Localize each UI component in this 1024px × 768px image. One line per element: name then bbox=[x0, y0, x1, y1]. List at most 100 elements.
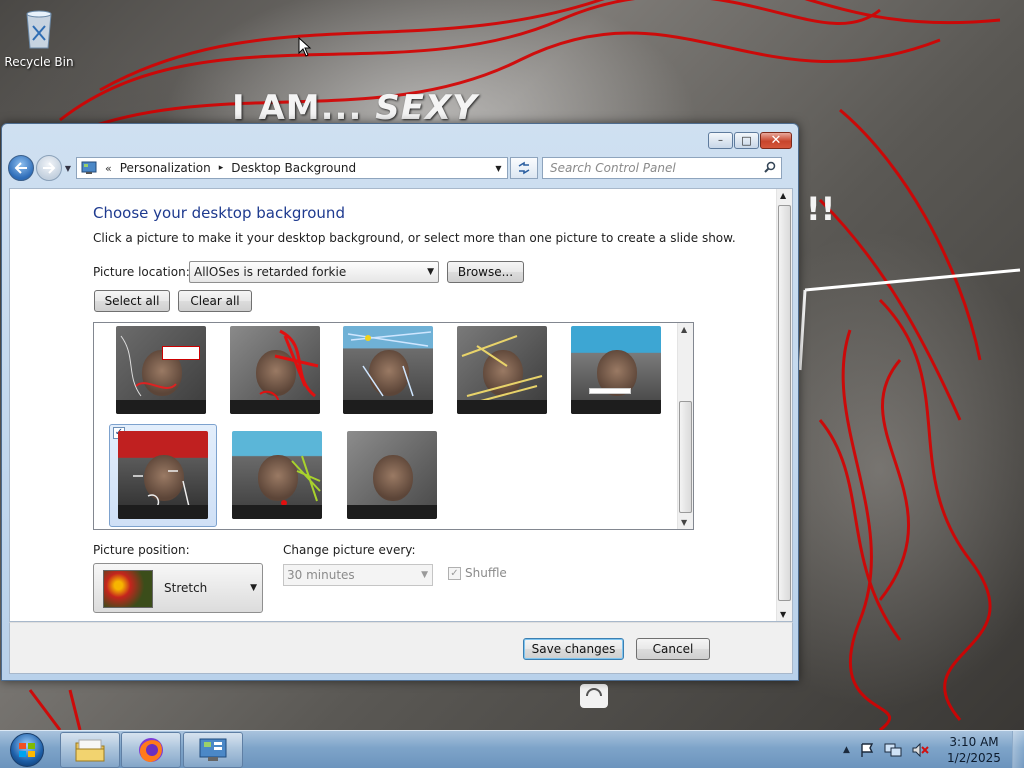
thumbnail-shirt bbox=[347, 505, 437, 519]
wallpaper-thumbnail-5[interactable] bbox=[571, 326, 661, 414]
picture-position-value: Stretch bbox=[164, 581, 208, 595]
back-button[interactable] bbox=[8, 155, 34, 181]
picture-gallery[interactable]: ✓ ▲ ▼ bbox=[93, 322, 694, 530]
wallpaper-thumbnail-3[interactable] bbox=[343, 326, 433, 414]
recycle-bin-glyph-icon bbox=[26, 10, 52, 49]
save-changes-button[interactable]: Save changes bbox=[523, 638, 624, 660]
wallpaper-thumbnail-8[interactable] bbox=[347, 431, 437, 519]
recycle-bin-icon[interactable]: Recycle Bin bbox=[4, 6, 74, 69]
breadcrumb-overflow[interactable]: « bbox=[105, 162, 112, 175]
floating-app-icon bbox=[580, 684, 608, 708]
picture-position-select[interactable]: Stretch ▼ bbox=[93, 563, 263, 613]
wallpaper-thumbnail-1[interactable] bbox=[116, 326, 206, 414]
start-button[interactable] bbox=[4, 731, 50, 768]
scroll-down-icon[interactable]: ▼ bbox=[780, 610, 786, 619]
taskbar-clock[interactable]: 3:10 AM 1/2/2025 bbox=[944, 734, 1004, 766]
content-scroll-thumb[interactable] bbox=[778, 205, 791, 601]
page-description: Click a picture to make it your desktop … bbox=[93, 231, 736, 245]
clear-all-label: Clear all bbox=[190, 294, 240, 308]
picture-location-label: Picture location: bbox=[93, 265, 190, 279]
clear-all-button[interactable]: Clear all bbox=[178, 290, 252, 312]
control-panel-taskbar-button[interactable] bbox=[183, 732, 243, 768]
scroll-down-icon[interactable]: ▼ bbox=[681, 518, 687, 527]
explorer-taskbar-button[interactable] bbox=[60, 732, 120, 768]
volume-muted-icon[interactable] bbox=[911, 742, 929, 758]
show-hidden-icons-icon[interactable]: ▲ bbox=[843, 745, 850, 755]
thumbnail-shirt bbox=[116, 400, 206, 414]
search-placeholder: Search Control Panel bbox=[550, 161, 676, 175]
control-panel-icon bbox=[81, 161, 97, 174]
wallpaper-exclamation: !! bbox=[806, 190, 836, 228]
minimize-icon: – bbox=[718, 134, 723, 146]
select-all-button[interactable]: Select all bbox=[94, 290, 170, 312]
dialog-footer: Save changes Cancel bbox=[9, 622, 793, 674]
breadcrumb-personalization[interactable]: Personalization bbox=[120, 161, 211, 175]
chevron-down-icon: ▼ bbox=[250, 583, 257, 593]
thumbnail-shirt bbox=[457, 400, 547, 414]
thumbnail-note bbox=[589, 388, 631, 394]
action-center-flag-icon[interactable] bbox=[859, 742, 875, 758]
mouse-cursor-icon bbox=[298, 37, 312, 57]
chevron-down-icon: ▼ bbox=[421, 570, 428, 580]
shuffle-checkbox[interactable]: ✓ Shuffle bbox=[448, 566, 507, 580]
forward-button[interactable] bbox=[36, 155, 62, 181]
wallpaper-thumbnail-2[interactable] bbox=[230, 326, 320, 414]
clock-time: 3:10 AM bbox=[949, 735, 999, 749]
navigation-bar: ▼ « Personalization ▸ Desktop Background… bbox=[8, 154, 794, 182]
save-changes-label: Save changes bbox=[531, 642, 616, 656]
thumbnail-shirt bbox=[571, 400, 661, 414]
clock-date: 1/2/2025 bbox=[947, 751, 1001, 765]
wallpaper-thumbnail-4[interactable] bbox=[457, 326, 547, 414]
browse-label: Browse... bbox=[457, 265, 514, 279]
forward-arrow-icon bbox=[43, 162, 56, 174]
search-icon[interactable] bbox=[764, 161, 776, 176]
select-all-label: Select all bbox=[104, 294, 160, 308]
change-interval-value: 30 minutes bbox=[287, 568, 355, 582]
thumbnail-face bbox=[373, 455, 413, 501]
maximize-icon: □ bbox=[741, 134, 752, 147]
firefox-taskbar-button[interactable] bbox=[121, 732, 181, 768]
thumbnail-shirt bbox=[343, 400, 433, 414]
wallpaper-thumbnail-6[interactable] bbox=[118, 431, 208, 519]
recycle-bin-label: Recycle Bin bbox=[4, 55, 74, 69]
address-dropdown-icon[interactable]: ▼ bbox=[489, 164, 507, 173]
wallpaper-text-1: I AM... bbox=[232, 88, 363, 128]
picture-location-value: AllOSes is retarded forkie bbox=[194, 265, 347, 279]
refresh-button[interactable] bbox=[510, 157, 538, 179]
gallery-scrollbar[interactable]: ▲ ▼ bbox=[677, 323, 693, 529]
folder-icon bbox=[75, 739, 105, 762]
refresh-icon bbox=[518, 161, 530, 175]
wallpaper-caption: I AM... SEXY bbox=[232, 88, 478, 128]
scroll-up-icon[interactable]: ▲ bbox=[780, 191, 786, 200]
show-desktop-button[interactable] bbox=[1012, 731, 1024, 768]
caption-buttons: – □ ✕ bbox=[708, 132, 792, 149]
picture-location-select[interactable]: AllOSes is retarded forkie ▼ bbox=[189, 261, 439, 283]
close-button[interactable]: ✕ bbox=[760, 132, 792, 149]
breadcrumb-desktop-background[interactable]: Desktop Background bbox=[231, 161, 356, 175]
control-panel-window: – □ ✕ ▼ « Personalization ▸ Desktop Back… bbox=[1, 123, 799, 681]
maximize-button[interactable]: □ bbox=[734, 132, 759, 149]
network-icon[interactable] bbox=[884, 742, 902, 758]
change-interval-select[interactable]: 30 minutes ▼ bbox=[283, 564, 433, 586]
content-pane: Choose your desktop background Click a p… bbox=[9, 188, 793, 622]
breadcrumb-separator[interactable]: ▸ bbox=[219, 163, 224, 173]
wallpaper-text-2: SEXY bbox=[375, 88, 478, 128]
close-icon: ✕ bbox=[770, 133, 782, 148]
control-panel-icon bbox=[199, 738, 227, 761]
thumbnail-shirt bbox=[118, 505, 208, 519]
firefox-icon bbox=[139, 738, 163, 762]
content-scrollbar[interactable]: ▲ ▼ bbox=[776, 189, 792, 621]
browse-button[interactable]: Browse... bbox=[447, 261, 524, 283]
flower-preview-icon bbox=[103, 570, 153, 608]
address-bar[interactable]: « Personalization ▸ Desktop Background ▼ bbox=[76, 157, 508, 179]
gallery-scroll-thumb[interactable] bbox=[679, 401, 692, 513]
back-arrow-icon bbox=[14, 162, 27, 174]
shuffle-label: Shuffle bbox=[465, 566, 507, 580]
scroll-up-icon[interactable]: ▲ bbox=[681, 325, 687, 334]
cancel-button[interactable]: Cancel bbox=[636, 638, 710, 660]
chevron-down-icon: ▼ bbox=[427, 267, 434, 277]
wallpaper-thumbnail-7[interactable] bbox=[232, 431, 322, 519]
minimize-button[interactable]: – bbox=[708, 132, 733, 149]
search-input[interactable]: Search Control Panel bbox=[542, 157, 782, 179]
recent-pages-dropdown[interactable]: ▼ bbox=[62, 164, 74, 173]
